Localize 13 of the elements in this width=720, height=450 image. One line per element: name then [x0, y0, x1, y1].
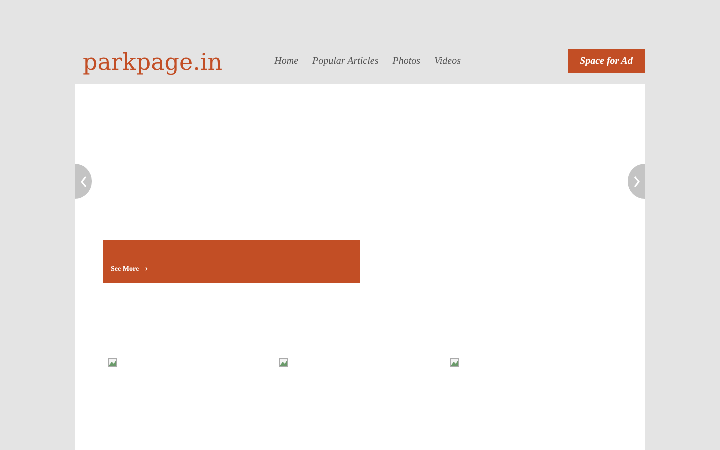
next-button[interactable] [628, 164, 645, 199]
chevron-left-icon [80, 176, 88, 188]
site-logo[interactable]: parkpage.in [83, 49, 223, 77]
nav-link[interactable]: Home [274, 56, 299, 67]
nav-link[interactable]: Videos [434, 56, 461, 67]
previous-button[interactable] [75, 164, 92, 199]
ad-button[interactable]: Space for Ad [568, 49, 645, 73]
broken-image-icon [279, 358, 288, 367]
chevron-right-icon [632, 176, 640, 188]
broken-image-icon [108, 358, 117, 367]
nav-link[interactable]: Popular Articles [312, 56, 379, 67]
nav-link[interactable]: Photos [392, 56, 420, 67]
broken-image-icon [450, 358, 459, 367]
